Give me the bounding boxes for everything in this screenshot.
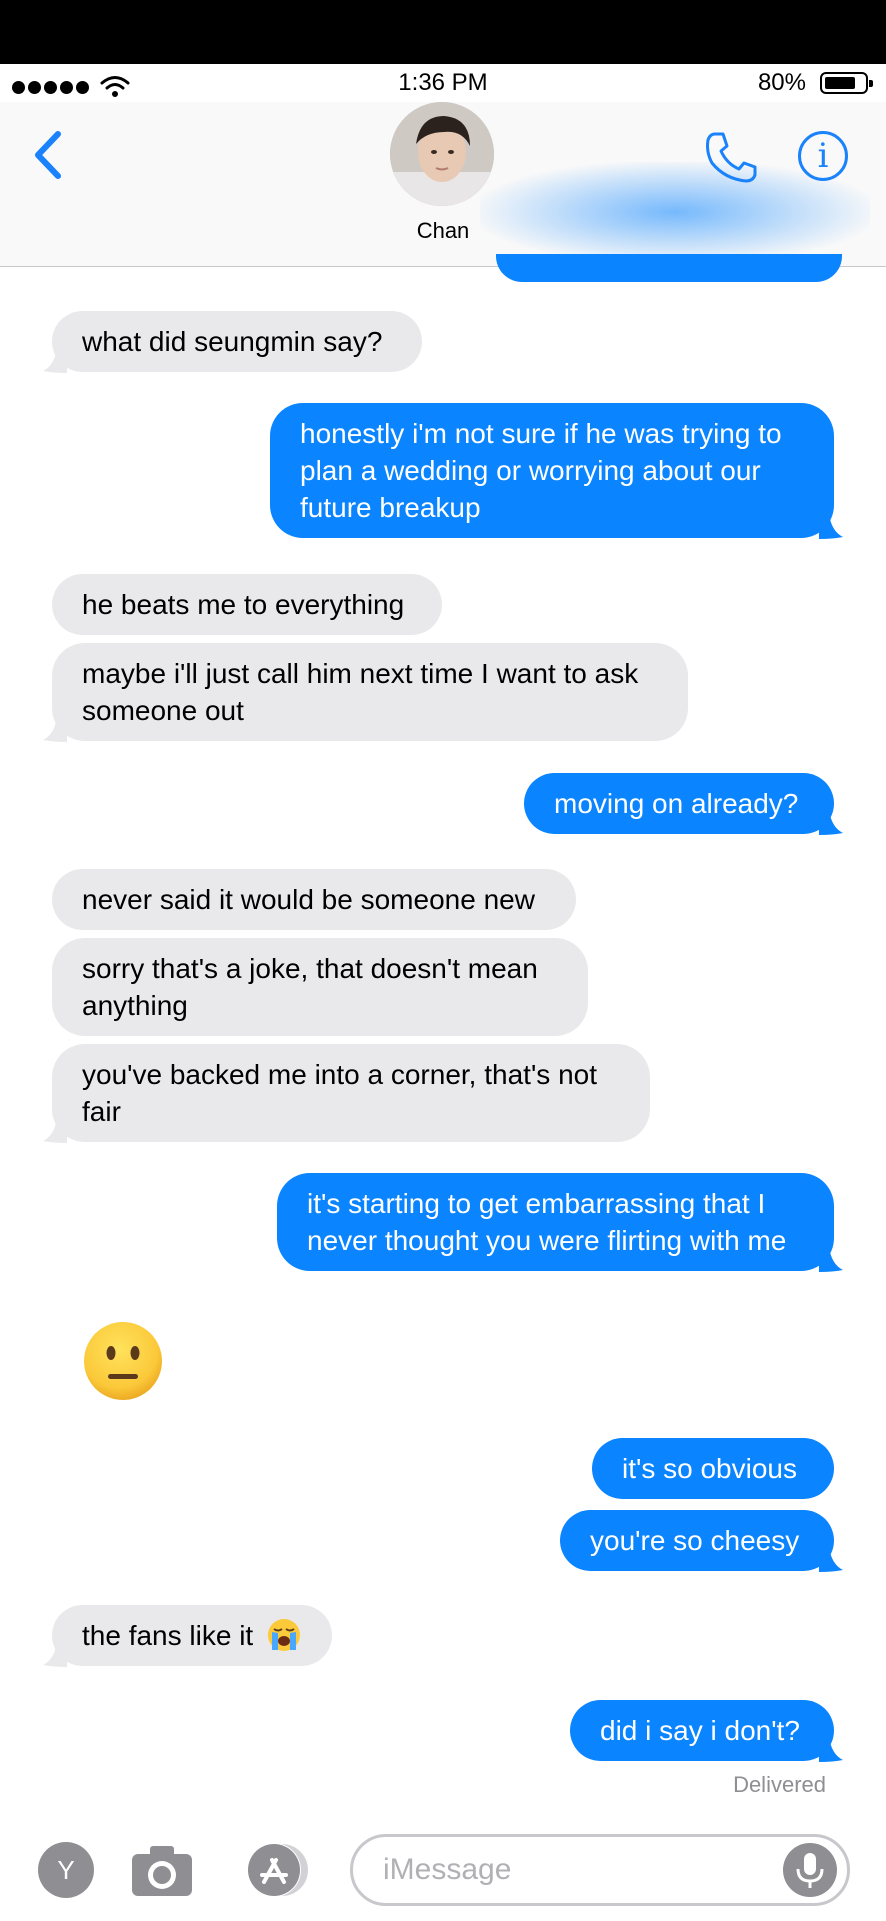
message-text: what did seungmin say? <box>82 326 383 357</box>
avatar-photo <box>390 102 494 206</box>
message-text: the fans like it <box>82 1620 254 1651</box>
battery-icon <box>820 72 873 94</box>
message-bubble-outgoing[interactable]: did i say i don't? <box>570 1700 843 1762</box>
bubble-tail <box>819 809 843 835</box>
conversation-header: Chan i <box>0 102 886 267</box>
message-bubble-incoming[interactable]: he beats me to everything <box>52 574 442 635</box>
message-text: never said it would be someone new <box>82 884 535 915</box>
message-text: honestly i'm not sure if he was trying t… <box>300 418 782 523</box>
neutral-face-emoji-icon[interactable] <box>82 1320 164 1402</box>
camera-icon[interactable] <box>130 1842 194 1898</box>
contact-name[interactable]: Chan <box>0 218 886 244</box>
bubble-tail <box>43 1117 67 1143</box>
message-text: did i say i don't? <box>600 1715 800 1746</box>
message-bubble-incoming[interactable]: never said it would be someone new <box>52 869 576 930</box>
battery-percentage: 80% <box>757 69 806 96</box>
message-bubble-incoming[interactable]: sorry that's a joke, that doesn't mean a… <box>52 938 588 1036</box>
message-bubble-outgoing[interactable]: you're so cheesy <box>560 1510 843 1572</box>
microphone-icon <box>796 1853 824 1888</box>
bubble-tail <box>819 513 843 539</box>
phone-icon[interactable] <box>703 130 759 184</box>
status-bar: 1:36 PM 80% <box>0 64 886 102</box>
bubble-tail <box>819 1246 843 1272</box>
back-chevron-icon[interactable] <box>30 130 66 180</box>
bubble-tail <box>43 716 67 742</box>
message-bubble-incoming[interactable]: you've backed me into a corner, that's n… <box>43 1044 650 1143</box>
message-text: sorry that's a joke, that doesn't mean a… <box>82 953 538 1021</box>
app-store-icon[interactable] <box>236 1842 310 1898</box>
message-bubble-incoming[interactable]: maybe i'll just call him next time I wan… <box>43 643 688 742</box>
message-bubble-outgoing[interactable]: honestly i'm not sure if he was trying t… <box>270 403 843 539</box>
loudly-crying-face-icon <box>267 1619 300 1651</box>
bubble-tail <box>43 347 67 373</box>
bubble-tail <box>819 1736 843 1762</box>
message-text: it's starting to get embarrassing that I… <box>307 1188 787 1256</box>
message-bubble-outgoing[interactable]: it's so obvious <box>592 1438 834 1499</box>
top-black-bar <box>0 0 886 64</box>
contact-avatar[interactable] <box>390 102 494 206</box>
message-text: it's so obvious <box>622 1453 797 1484</box>
message-bubble-incoming[interactable]: what did seungmin say? <box>43 311 422 373</box>
message-text: maybe i'll just call him next time I wan… <box>82 658 639 726</box>
microphone-button[interactable] <box>783 1843 837 1897</box>
apps-button[interactable]: Y <box>38 1842 94 1898</box>
delivery-status: Delivered <box>733 1772 826 1797</box>
bubble-tail <box>819 1546 843 1572</box>
message-bubble-incoming[interactable]: the fans like it <box>43 1605 332 1667</box>
input-bar: Y iMessage <box>0 1820 886 1920</box>
partial-outgoing-bubble <box>496 254 842 282</box>
message-text: moving on already? <box>554 788 799 819</box>
message-text: you've backed me into a corner, that's n… <box>82 1059 597 1127</box>
imessage-input[interactable]: iMessage <box>350 1834 850 1906</box>
input-placeholder: iMessage <box>383 1853 512 1886</box>
message-bubble-outgoing[interactable]: moving on already? <box>524 773 843 835</box>
info-icon[interactable]: i <box>798 131 848 181</box>
message-text: he beats me to everything <box>82 589 405 620</box>
bubble-tail <box>43 1641 67 1667</box>
message-bubble-outgoing[interactable]: it's starting to get embarrassing that I… <box>277 1173 843 1272</box>
message-text: you're so cheesy <box>590 1525 800 1556</box>
status-time: 1:36 PM <box>398 69 488 96</box>
